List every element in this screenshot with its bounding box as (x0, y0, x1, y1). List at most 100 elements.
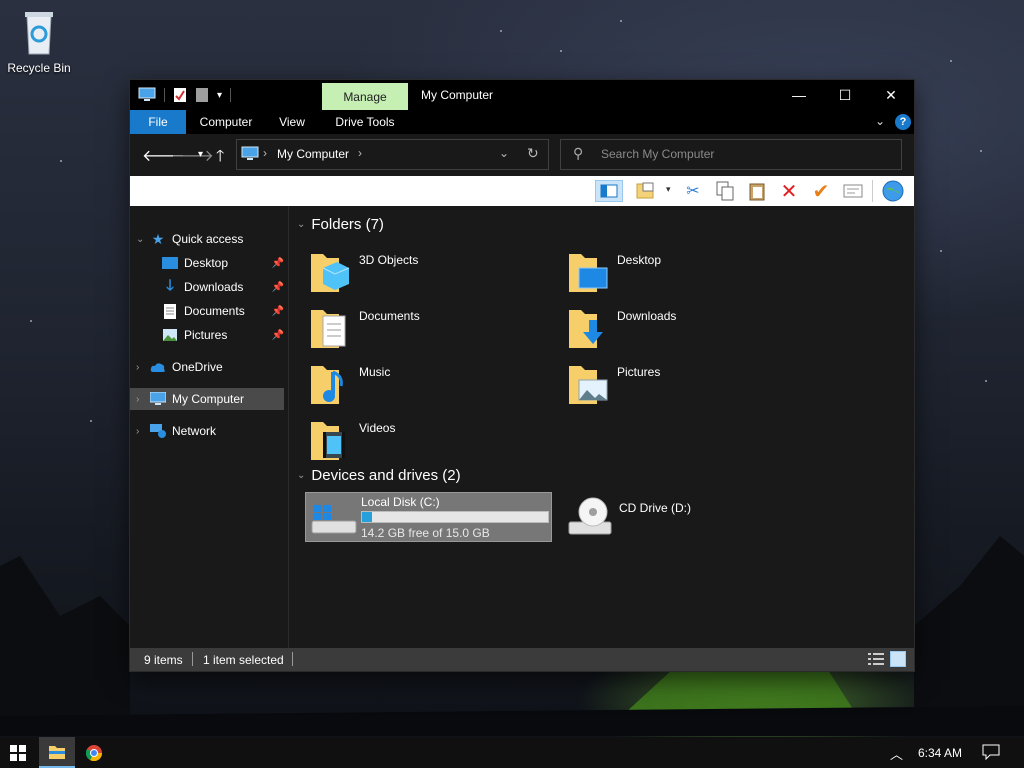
desktop-icon (162, 255, 178, 271)
maximize-button[interactable]: ☐ (822, 80, 868, 110)
nav-item-network[interactable]: › Network (130, 420, 288, 442)
collapsed-chevron-icon[interactable]: › (136, 426, 150, 437)
address-separator[interactable]: › (263, 146, 267, 160)
nav-item-pictures[interactable]: Pictures 📌 (130, 324, 288, 346)
folder-documents[interactable]: Documents (309, 306, 549, 356)
view-options-icon[interactable] (634, 180, 656, 202)
nav-label: Network (172, 424, 217, 438)
nav-label: Quick access (172, 232, 244, 246)
view-options-chevron-icon[interactable]: ▾ (666, 184, 671, 195)
status-bar: 9 items 1 item selected (130, 648, 914, 671)
drive-local-disk-c[interactable]: Local Disk (C:) 14.2 GB free of 15.0 GB (305, 492, 552, 542)
network-icon (150, 423, 166, 439)
devices-group-header[interactable]: ⌄ Devices and drives (2) (297, 467, 461, 484)
windows-logo-icon (10, 744, 26, 761)
folder-pictures[interactable]: Pictures (567, 362, 807, 412)
delete-icon[interactable]: ✕ (778, 180, 800, 203)
documents-icon (162, 303, 178, 319)
clock[interactable]: 6:34 AM (918, 746, 962, 760)
folder-music[interactable]: Music (309, 362, 549, 412)
group-collapse-chevron-icon[interactable]: ⌄ (297, 470, 305, 481)
drive-usage-bar (361, 511, 549, 523)
folder-videos[interactable]: Videos (309, 418, 549, 468)
group-collapse-chevron-icon[interactable]: ⌄ (297, 219, 305, 230)
start-button[interactable] (0, 737, 36, 768)
title-bar[interactable]: ▾ Manage My Computer — ☐ ✕ (130, 80, 914, 110)
group-title: Folders (7) (311, 216, 384, 233)
customize-qat-icon[interactable]: ▾ (217, 90, 222, 101)
folder-name: Downloads (617, 309, 677, 323)
nav-item-onedrive[interactable]: › OneDrive (130, 356, 288, 378)
folders-group-header[interactable]: ⌄ Folders (7) (297, 216, 384, 233)
address-bar[interactable]: › My Computer › ⌄ ↻ (236, 139, 549, 170)
address-dropdown-icon[interactable]: ⌄ (499, 146, 509, 160)
nav-label: OneDrive (172, 360, 223, 374)
computer-icon[interactable] (138, 87, 156, 103)
search-box[interactable]: ⚲ Search My Computer (560, 139, 902, 170)
tab-file[interactable]: File (130, 110, 186, 134)
nav-item-my-computer[interactable]: › My Computer (130, 388, 284, 410)
close-button[interactable]: ✕ (868, 80, 914, 110)
ribbon-expand-icon[interactable]: ⌄ (875, 114, 885, 128)
recent-locations-chevron-icon[interactable]: ▾ (198, 149, 203, 160)
file-explorer-window: ▾ Manage My Computer — ☐ ✕ File Computer… (130, 80, 914, 671)
nav-label: Documents (184, 304, 245, 318)
nav-item-documents[interactable]: Documents 📌 (130, 300, 288, 322)
preview-pane-icon[interactable] (595, 180, 623, 202)
recycle-bin-shortcut[interactable]: Recycle Bin (4, 8, 74, 75)
nav-item-desktop[interactable]: Desktop 📌 (130, 252, 288, 274)
folder-documents-icon (311, 310, 346, 348)
new-folder-icon[interactable] (195, 87, 209, 103)
help-icon[interactable]: ? (895, 114, 911, 130)
folder-desktop-icon (569, 254, 608, 292)
folder-downloads[interactable]: Downloads (567, 306, 807, 356)
rename-icon[interactable]: ✔ (810, 180, 832, 203)
forward-button[interactable]: 🡒 (171, 145, 214, 166)
address-location[interactable]: My Computer (277, 147, 349, 161)
details-view-icon[interactable] (868, 652, 884, 666)
tab-computer[interactable]: Computer (190, 110, 262, 134)
tab-view[interactable]: View (270, 110, 314, 134)
cut-icon[interactable]: ✂ (682, 180, 704, 202)
properties-icon[interactable] (173, 87, 187, 103)
nav-item-downloads[interactable]: 🡓 Downloads 📌 (130, 276, 288, 298)
paste-icon[interactable] (746, 180, 768, 202)
search-input[interactable]: Search My Computer (601, 147, 714, 161)
notifications-icon[interactable] (982, 744, 1000, 761)
pin-icon: 📌 (271, 329, 284, 341)
nav-item-quick-access[interactable]: ⌄ ★ Quick access (130, 228, 288, 250)
computer-icon (150, 391, 166, 407)
content-pane: ⌄ Folders (7) 3D Objects Desktop Documen… (289, 206, 914, 648)
minimize-icon: — (792, 87, 806, 103)
collapsed-chevron-icon[interactable]: › (136, 394, 150, 405)
recycle-bin-icon (25, 12, 53, 55)
folder-3d-objects[interactable]: 3D Objects (309, 250, 549, 300)
taskbar-chrome[interactable] (76, 737, 112, 768)
minimize-button[interactable]: — (776, 80, 822, 110)
up-button[interactable]: 🡑 (216, 145, 224, 172)
tab-drive-tools[interactable]: Drive Tools (322, 110, 408, 134)
show-hidden-icons-icon[interactable]: ︿ (890, 744, 903, 763)
expanded-chevron-icon[interactable]: ⌄ (136, 234, 150, 245)
drive-cd-d[interactable]: CD Drive (D:) (563, 492, 803, 542)
recycle-bin-label: Recycle Bin (7, 61, 71, 75)
cd-drive-icon (568, 497, 612, 535)
taskbar-file-explorer[interactable] (39, 737, 75, 768)
pin-icon: 📌 (271, 305, 284, 317)
tab-manage[interactable]: Manage (322, 83, 408, 110)
large-icons-view-icon[interactable] (890, 651, 906, 667)
refresh-icon[interactable]: ↻ (527, 145, 539, 162)
command-toolbar: ▾ ✂ ✕ ✔ (130, 176, 914, 206)
nav-label: Downloads (184, 280, 244, 294)
folder-desktop[interactable]: Desktop (567, 250, 807, 300)
address-separator[interactable]: › (358, 146, 362, 160)
properties-icon[interactable] (842, 180, 864, 202)
collapsed-chevron-icon[interactable]: › (136, 362, 150, 373)
globe-icon[interactable] (882, 180, 904, 202)
status-selection: 1 item selected (203, 653, 284, 667)
pin-icon: 📌 (271, 281, 284, 293)
drive-name: CD Drive (D:) (619, 501, 691, 515)
search-icon: ⚲ (573, 145, 584, 161)
copy-icon[interactable] (714, 180, 736, 202)
onedrive-cloud-icon (150, 359, 166, 375)
